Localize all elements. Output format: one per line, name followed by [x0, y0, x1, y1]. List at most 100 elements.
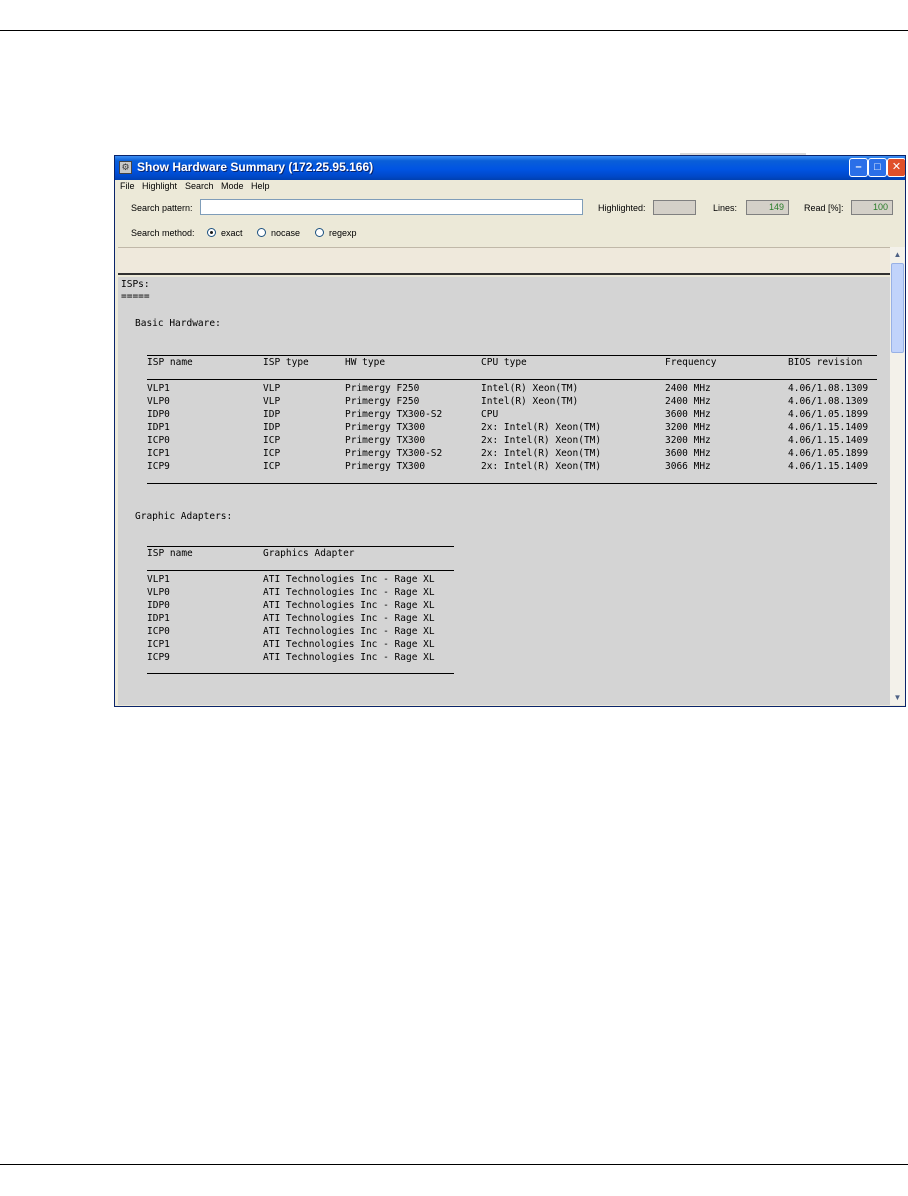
basic-table-cell: 2x: Intel(R) Xeon(TM) — [481, 435, 602, 446]
isps-heading-underline: ===== — [121, 291, 150, 302]
basic-table-cell: 3066 MHz — [665, 461, 711, 472]
graphic-column-header: ISP name — [147, 548, 193, 559]
basic-table-cell: Primergy TX300-S2 — [345, 448, 443, 459]
read-percent-label: Read [%]: — [804, 203, 844, 213]
graphic-table-cell: ICP9 — [147, 652, 170, 663]
method-regexp-label[interactable]: regexp — [329, 228, 357, 238]
basic-table-cell: ICP0 — [147, 435, 170, 446]
method-exact-label[interactable]: exact — [221, 228, 243, 238]
graphic-table-top-rule — [147, 546, 454, 547]
graphic-column-header: Graphics Adapter — [263, 548, 355, 559]
lines-label: Lines: — [713, 203, 738, 213]
graphic-table-cell: ATI Technologies Inc - Rage XL — [263, 600, 435, 611]
menu-bar: File Highlight Search Mode Help — [115, 180, 905, 194]
graphic-table-cell: ATI Technologies Inc - Rage XL — [263, 613, 435, 624]
basic-column-header: HW type — [345, 357, 386, 368]
graphic-table-cell: ATI Technologies Inc - Rage XL — [263, 587, 435, 598]
graphic-table-cell: ICP0 — [147, 626, 170, 637]
basic-table-cell: Primergy TX300 — [345, 422, 426, 433]
basic-table-cell: VLP — [263, 383, 281, 394]
basic-table-cell: 3600 MHz — [665, 409, 711, 420]
basic-table-bottom-rule — [147, 483, 877, 484]
basic-table-cell: VLP1 — [147, 383, 170, 394]
basic-table-cell: VLP0 — [147, 396, 170, 407]
basic-column-header: CPU type — [481, 357, 527, 368]
search-method-label: Search method: — [131, 228, 195, 238]
graphic-table-cell: ICP1 — [147, 639, 170, 650]
basic-table-cell: 2400 MHz — [665, 396, 711, 407]
close-button[interactable]: ✕ — [887, 158, 905, 177]
menu-help[interactable]: Help — [251, 181, 270, 191]
basic-table-cell: IDP — [263, 422, 281, 433]
basic-table-cell: 3200 MHz — [665, 435, 711, 446]
basic-table-cell: IDP0 — [147, 409, 170, 420]
basic-table-cell: 4.06/1.08.1309 — [788, 383, 869, 394]
basic-table-cell: 3200 MHz — [665, 422, 711, 433]
graphic-table-cell: ATI Technologies Inc - Rage XL — [263, 574, 435, 585]
window-title: Show Hardware Summary (172.25.95.166) — [137, 160, 374, 174]
basic-table-cell: CPU — [481, 409, 499, 420]
graphic-table-cell: VLP1 — [147, 574, 170, 585]
read-percent-box: 100 — [851, 200, 893, 215]
basic-table-cell: 4.06/1.05.1899 — [788, 409, 869, 420]
menu-search[interactable]: Search — [185, 181, 214, 191]
basic-table-cell: Intel(R) Xeon(TM) — [481, 383, 579, 394]
menu-highlight[interactable]: Highlight — [142, 181, 177, 191]
method-nocase-label[interactable]: nocase — [271, 228, 300, 238]
summary-text-area[interactable]: ISPs: ===== Basic Hardware: ISP name ISP … — [118, 277, 890, 705]
scroll-down-icon[interactable]: ▼ — [891, 691, 904, 704]
basic-table-cell: Primergy F250 — [345, 383, 420, 394]
basic-table-cell: ICP — [263, 448, 281, 459]
app-icon[interactable]: ⚙ — [119, 161, 132, 174]
highlighted-label: Highlighted: — [598, 203, 646, 213]
basic-table-header-rule — [147, 379, 877, 380]
basic-table-cell: 4.06/1.15.1409 — [788, 422, 869, 433]
graphic-table-cell: ATI Technologies Inc - Rage XL — [263, 626, 435, 637]
basic-table-cell: IDP1 — [147, 422, 170, 433]
basic-table-top-rule — [147, 355, 877, 356]
basic-hardware-title: Basic Hardware: — [135, 318, 221, 329]
minimize-icon: – — [855, 161, 862, 173]
menu-file[interactable]: File — [120, 181, 135, 191]
basic-table-cell: ICP — [263, 435, 281, 446]
method-exact-radio[interactable] — [207, 228, 216, 237]
basic-column-header: Frequency — [665, 357, 717, 368]
basic-table-cell: Intel(R) Xeon(TM) — [481, 396, 579, 407]
basic-table-cell: 4.06/1.15.1409 — [788, 461, 869, 472]
basic-table-cell: 4.06/1.05.1899 — [788, 448, 869, 459]
basic-column-header: ISP type — [263, 357, 309, 368]
graphic-adapters-title: Graphic Adapters: — [135, 511, 233, 522]
graphic-table-bottom-rule — [147, 673, 454, 674]
minimize-button[interactable]: – — [849, 158, 868, 177]
basic-table-cell: ICP — [263, 461, 281, 472]
basic-column-header: ISP name — [147, 357, 193, 368]
graphic-table-cell: IDP0 — [147, 600, 170, 611]
maximize-icon: □ — [874, 161, 881, 173]
graphic-table-cell: VLP0 — [147, 587, 170, 598]
basic-table-cell: 2x: Intel(R) Xeon(TM) — [481, 461, 602, 472]
basic-table-cell: Primergy TX300 — [345, 435, 426, 446]
menu-mode[interactable]: Mode — [221, 181, 244, 191]
basic-table-cell: 2x: Intel(R) Xeon(TM) — [481, 448, 602, 459]
scroll-thumb[interactable] — [891, 263, 904, 353]
maximize-button[interactable]: □ — [868, 158, 887, 177]
search-pattern-input[interactable] — [200, 199, 583, 215]
hardware-summary-window: ⚙ Show Hardware Summary (172.25.95.166) … — [114, 155, 906, 707]
basic-column-header: BIOS revision — [788, 357, 863, 368]
scroll-up-icon[interactable]: ▲ — [891, 248, 904, 261]
basic-table-cell: IDP — [263, 409, 281, 420]
document-page: ⚙ Show Hardware Summary (172.25.95.166) … — [0, 0, 908, 1196]
page-top-rule — [0, 30, 908, 31]
graphic-table-cell: ATI Technologies Inc - Rage XL — [263, 652, 435, 663]
toolbar-strip — [118, 247, 890, 275]
highlighted-count-box — [653, 200, 696, 215]
search-pattern-label: Search pattern: — [131, 203, 193, 213]
basic-table-cell: 3600 MHz — [665, 448, 711, 459]
vertical-scrollbar[interactable]: ▲ ▼ — [890, 247, 905, 705]
title-bar[interactable]: ⚙ Show Hardware Summary (172.25.95.166) … — [115, 156, 905, 180]
basic-table-cell: 2x: Intel(R) Xeon(TM) — [481, 422, 602, 433]
method-nocase-radio[interactable] — [257, 228, 266, 237]
basic-table-cell: 4.06/1.08.1309 — [788, 396, 869, 407]
method-regexp-radio[interactable] — [315, 228, 324, 237]
page-bottom-rule — [0, 1164, 908, 1165]
